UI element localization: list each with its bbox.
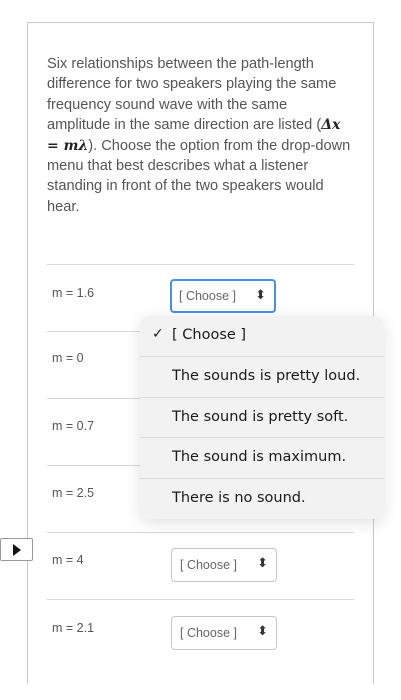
dropdown-option-choose[interactable]: ✓ [ Choose ]: [140, 316, 384, 356]
checkmark-icon: ✓: [152, 326, 164, 342]
up-down-chevron-icon: ⬍: [257, 555, 268, 570]
play-icon: [13, 544, 21, 556]
row-label-m-1-6: m = 1.6: [52, 286, 95, 300]
select-value: [ Choose ]: [179, 289, 236, 303]
row-label-m-0: m = 0: [52, 351, 84, 365]
prompt-text-before: Six relationships between the path-lengt…: [47, 56, 337, 134]
divider: [47, 599, 354, 600]
option-label: There is no sound.: [172, 490, 306, 506]
dropdown-option-loud[interactable]: The sounds is pretty loud.: [140, 356, 384, 396]
answer-select-m-1-6[interactable]: [ Choose ] ⬍: [170, 279, 276, 313]
option-label: [ Choose ]: [172, 327, 247, 343]
select-value: [ Choose ]: [180, 558, 237, 572]
option-label: The sound is pretty soft.: [172, 409, 349, 425]
row-label-m-0-7: m = 0.7: [52, 419, 95, 433]
dropdown-option-maximum[interactable]: The sound is maximum.: [140, 437, 384, 477]
prompt-text-after: ). Choose the option from the drop-down …: [47, 137, 351, 215]
divider: [47, 532, 354, 533]
play-button[interactable]: [0, 538, 33, 561]
dropdown-menu: ✓ [ Choose ] The sounds is pretty loud. …: [140, 316, 384, 519]
option-label: The sound is maximum.: [172, 449, 347, 465]
row-label-m-2-5: m = 2.5: [52, 486, 95, 500]
select-value: [ Choose ]: [180, 626, 237, 640]
divider: [47, 264, 354, 265]
option-label: The sounds is pretty loud.: [172, 368, 361, 384]
row-label-m-2-1: m = 2.1: [52, 621, 95, 635]
answer-select-m-2-1[interactable]: [ Choose ] ⬍: [171, 616, 277, 650]
answer-select-m-4[interactable]: [ Choose ] ⬍: [171, 548, 277, 582]
up-down-chevron-icon: ⬍: [257, 623, 268, 638]
dropdown-option-soft[interactable]: The sound is pretty soft.: [140, 397, 384, 437]
up-down-chevron-icon: ⬍: [255, 287, 266, 302]
question-prompt: Six relationships between the path-lengt…: [47, 54, 352, 217]
dropdown-option-no-sound[interactable]: There is no sound.: [140, 478, 384, 518]
row-label-m-4: m = 4: [52, 553, 84, 567]
